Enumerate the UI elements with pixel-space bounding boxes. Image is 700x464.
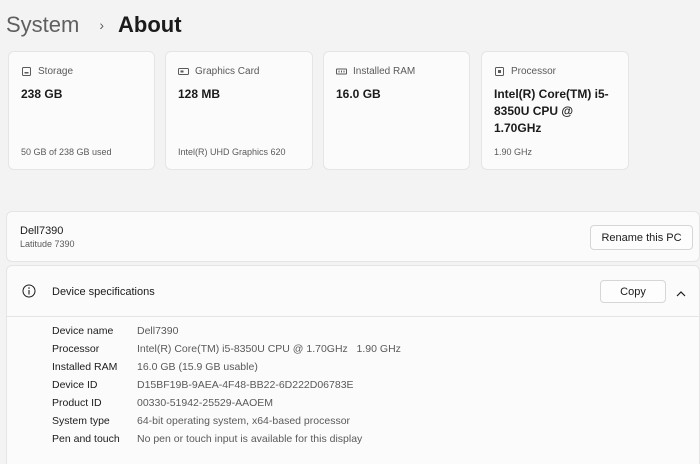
copy-button[interactable]: Copy (600, 280, 666, 303)
page-title: About (118, 12, 182, 37)
graphics-card-icon (178, 66, 189, 77)
spec-value: 00330-51942-25529-AAOEM (137, 397, 274, 409)
processor-card[interactable]: Processor Intel(R) Core(TM) i5-8350U CPU… (481, 51, 629, 170)
rename-pc-button[interactable]: Rename this PC (590, 225, 693, 250)
breadcrumb-system-link[interactable]: System (6, 12, 79, 38)
processor-sub: 1.90 GHz (494, 147, 533, 157)
storage-card-header: Storage (21, 66, 73, 77)
storage-label: Storage (38, 66, 74, 77)
spec-label: Installed RAM (52, 361, 118, 373)
installed-ram-value: 16.0 GB (336, 87, 381, 101)
spec-row-device-id: Device ID D15BF19B-9AEA-4F48-BB22-6D222D… (52, 379, 354, 397)
ram-icon (336, 66, 347, 77)
spec-value: 16.0 GB (15.9 GB usable) (137, 361, 258, 373)
chevron-up-icon[interactable] (675, 286, 687, 297)
spec-value: Intel(R) Core(TM) i5-8350U CPU @ 1.70GHz… (137, 343, 401, 355)
device-specifications-header[interactable]: Device specifications Copy (7, 266, 699, 317)
graphics-card-header: Graphics Card (178, 66, 259, 77)
processor-label: Processor (511, 66, 557, 77)
spec-label: Device name (52, 325, 114, 337)
spec-row-product-id: Product ID 00330-51942-25529-AAOEM (52, 397, 273, 415)
spec-value: No pen or touch input is available for t… (137, 433, 363, 445)
spec-value: 64-bit operating system, x64-based proce… (137, 415, 351, 427)
storage-icon (21, 66, 32, 77)
pc-model: Latitude 7390 (20, 239, 75, 249)
spec-row-pen-and-touch: Pen and touch No pen or touch input is a… (52, 433, 362, 451)
spec-row-processor: Processor Intel(R) Core(TM) i5-8350U CPU… (52, 343, 401, 361)
graphics-card-card[interactable]: Graphics Card 128 MB Intel(R) UHD Graphi… (165, 51, 313, 170)
processor-icon (494, 66, 505, 77)
installed-ram-header: Installed RAM (336, 66, 415, 77)
chevron-right-icon: › (99, 17, 105, 33)
spec-row-device-name: Device name Dell7390 (52, 325, 178, 343)
installed-ram-label: Installed RAM (353, 66, 416, 77)
processor-header: Processor (494, 66, 556, 77)
graphics-card-value: 128 MB (178, 87, 221, 101)
device-specifications-section: Device specifications Copy Device name D… (6, 265, 700, 464)
storage-value: 238 GB (21, 87, 63, 101)
storage-card[interactable]: Storage 238 GB 50 GB of 238 GB used (8, 51, 155, 170)
pc-name: Dell7390 (20, 225, 64, 237)
spec-label: Device ID (52, 379, 98, 391)
info-icon (22, 284, 36, 298)
processor-value: Intel(R) Core(TM) i5-8350U CPU @ 1.70GHz (494, 87, 609, 135)
spec-label: Processor (52, 343, 100, 355)
spec-value: D15BF19B-9AEA-4F48-BB22-6D222D06783E (137, 379, 354, 391)
spec-row-installed-ram: Installed RAM 16.0 GB (15.9 GB usable) (52, 361, 258, 379)
about-page: System › About Storage 238 GB 50 GB of 2… (0, 0, 700, 464)
device-specifications-title: Device specifications (52, 286, 155, 298)
storage-sub: 50 GB of 238 GB used (21, 147, 112, 157)
spec-value: Dell7390 (137, 325, 179, 337)
spec-label: Pen and touch (52, 433, 120, 445)
pc-name-row: Dell7390 Latitude 7390 Rename this PC (6, 211, 700, 262)
spec-row-system-type: System type 64-bit operating system, x64… (52, 415, 350, 433)
spec-label: System type (52, 415, 110, 427)
graphics-card-label: Graphics Card (195, 66, 260, 77)
spec-label: Product ID (52, 397, 102, 409)
installed-ram-card[interactable]: Installed RAM 16.0 GB (323, 51, 470, 170)
graphics-card-sub: Intel(R) UHD Graphics 620 (178, 147, 286, 157)
breadcrumb: System › About (6, 9, 182, 41)
